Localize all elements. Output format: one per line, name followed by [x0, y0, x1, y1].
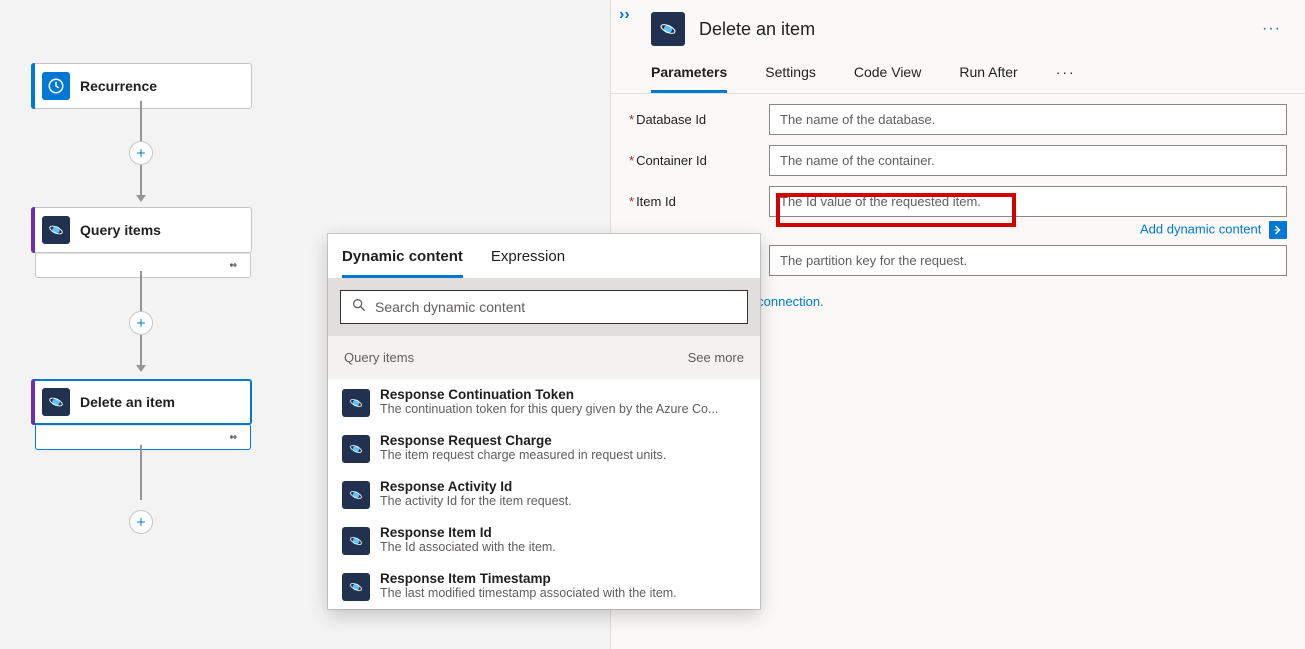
- node-label: Query items: [80, 222, 161, 238]
- see-more-button[interactable]: See more: [688, 350, 744, 365]
- add-step-button[interactable]: [129, 510, 153, 534]
- dc-item-item-timestamp[interactable]: Response Item Timestamp The last modifie…: [328, 563, 760, 609]
- node-footer-query[interactable]: [35, 253, 251, 278]
- tab-settings[interactable]: Settings: [765, 64, 816, 93]
- field-label: *Container Id: [629, 153, 769, 168]
- popup-group-header: Query items See more: [328, 336, 760, 379]
- popup-search-input[interactable]: [375, 299, 737, 315]
- tab-dynamic-content[interactable]: Dynamic content: [342, 248, 463, 278]
- dc-item-continuation-token[interactable]: Response Continuation Token The continua…: [328, 379, 760, 425]
- popup-group-label: Query items: [344, 350, 414, 365]
- container-id-input[interactable]: [769, 145, 1287, 176]
- dc-item-desc: The activity Id for the item request.: [380, 494, 572, 508]
- dc-item-title: Response Item Timestamp: [380, 571, 677, 586]
- field-label: *Item Id: [629, 194, 769, 209]
- node-query-items[interactable]: Query items: [31, 207, 252, 253]
- node-accent: [31, 207, 35, 253]
- tab-expression[interactable]: Expression: [491, 248, 565, 278]
- node-accent: [31, 63, 35, 109]
- cosmos-icon: [651, 12, 685, 46]
- add-dynamic-content-button[interactable]: [1269, 221, 1287, 239]
- node-footer-delete[interactable]: [35, 425, 251, 450]
- connector-line: [140, 271, 142, 311]
- popup-search-box[interactable]: [340, 290, 748, 324]
- item-id-input[interactable]: [769, 186, 1287, 217]
- dc-item-title: Response Activity Id: [380, 479, 572, 494]
- tab-runafter[interactable]: Run After: [959, 64, 1017, 93]
- arrowhead-icon: [136, 365, 146, 372]
- node-label: Recurrence: [80, 78, 157, 94]
- popup-search-wrap: [328, 278, 760, 336]
- panel-tabs: Parameters Settings Code View Run After …: [611, 54, 1305, 94]
- node-accent: [31, 379, 35, 425]
- tab-codeview[interactable]: Code View: [854, 64, 921, 93]
- connector-line: [140, 101, 142, 141]
- collapse-button[interactable]: ››: [619, 6, 630, 24]
- tab-more[interactable]: ···: [1056, 64, 1076, 93]
- node-delete-item[interactable]: Delete an item: [31, 379, 252, 425]
- node-label: Delete an item: [80, 394, 175, 410]
- dc-item-desc: The last modified timestamp associated w…: [380, 586, 677, 600]
- link-icon: [226, 429, 240, 447]
- dc-item-desc: The Id associated with the item.: [380, 540, 556, 554]
- dc-item-item-id[interactable]: Response Item Id The Id associated with …: [328, 517, 760, 563]
- panel-header: Delete an item ···: [611, 0, 1305, 54]
- cosmos-icon: [342, 389, 370, 417]
- arrowhead-icon: [136, 195, 146, 202]
- dc-item-title: Response Item Id: [380, 525, 556, 540]
- cosmos-icon: [342, 527, 370, 555]
- dc-item-desc: The continuation token for this query gi…: [380, 402, 718, 416]
- dc-item-request-charge[interactable]: Response Request Charge The item request…: [328, 425, 760, 471]
- partition-key-input[interactable]: [769, 245, 1287, 276]
- field-database-id: *Database Id: [611, 94, 1305, 135]
- cosmos-icon: [42, 388, 70, 416]
- cosmos-icon: [342, 481, 370, 509]
- connector-line: [140, 445, 142, 500]
- cosmos-icon: [342, 435, 370, 463]
- tab-parameters[interactable]: Parameters: [651, 64, 727, 93]
- dc-item-desc: The item request charge measured in requ…: [380, 448, 666, 462]
- connector-line: [140, 165, 142, 195]
- search-icon: [351, 297, 375, 318]
- panel-more-button[interactable]: ···: [1254, 16, 1289, 42]
- dc-item-title: Response Request Charge: [380, 433, 666, 448]
- recurrence-icon: [42, 72, 70, 100]
- database-id-input[interactable]: [769, 104, 1287, 135]
- dynamic-content-popup: Dynamic content Expression Query items S…: [328, 234, 760, 609]
- dc-item-activity-id[interactable]: Response Activity Id The activity Id for…: [328, 471, 760, 517]
- add-dynamic-content-link[interactable]: Add dynamic content: [1140, 221, 1261, 236]
- link-icon: [226, 257, 240, 275]
- add-step-button[interactable]: [129, 311, 153, 335]
- connector-line: [140, 335, 142, 365]
- field-item-id: *Item Id: [611, 176, 1305, 217]
- panel-title: Delete an item: [699, 19, 1254, 40]
- cosmos-icon: [42, 216, 70, 244]
- field-label: *Database Id: [629, 112, 769, 127]
- dc-item-title: Response Continuation Token: [380, 387, 718, 402]
- add-step-button[interactable]: [129, 141, 153, 165]
- popup-tabs: Dynamic content Expression: [328, 234, 760, 278]
- cosmos-icon: [342, 573, 370, 601]
- field-container-id: *Container Id: [611, 135, 1305, 176]
